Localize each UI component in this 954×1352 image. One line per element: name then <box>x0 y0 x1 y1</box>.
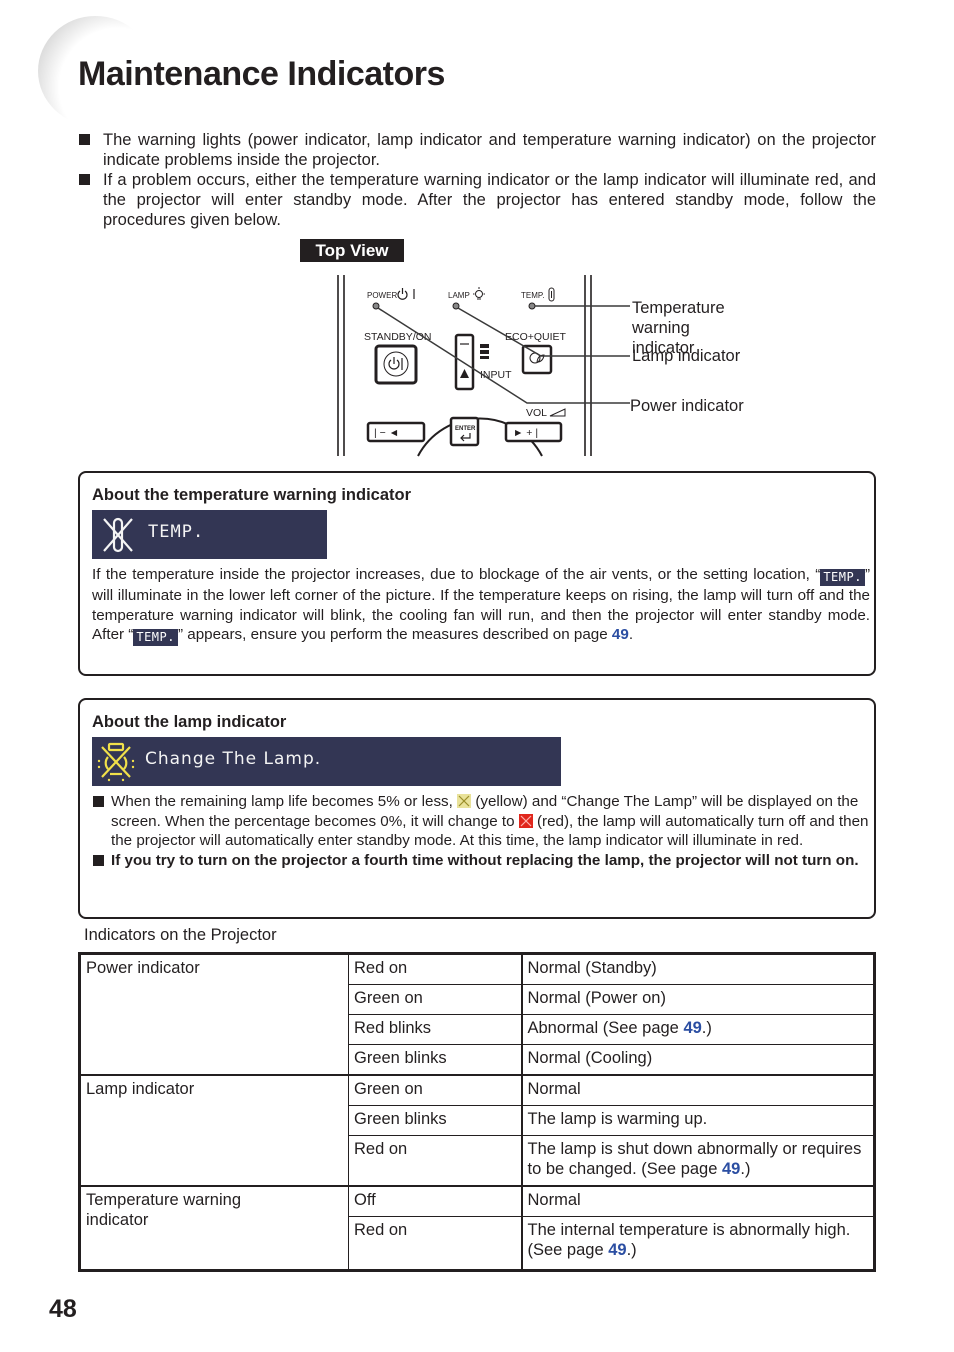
table-row: Power indicator Red on Normal (Standby) <box>79 953 875 1076</box>
lamp-bullet-warning: If you try to turn on the projector a fo… <box>92 851 870 871</box>
temperature-box-heading: About the temperature warning indicator <box>92 486 412 504</box>
table-row: Temperature warning indicator Off Normal <box>79 1185 875 1271</box>
temp-osd-banner: TEMP. <box>92 510 327 559</box>
bullet-square-icon <box>79 134 90 145</box>
projector-top-view-diagram: POWER LAMP TEMP. STANDBY/ON INPUT ECO+QU… <box>330 270 780 460</box>
temp-label: TEMP. <box>521 291 544 300</box>
input-label: INPUT <box>480 369 512 381</box>
page-title: Maintenance Indicators <box>78 55 445 93</box>
temp-led <box>528 302 536 310</box>
page-link[interactable]: 49 <box>608 1241 626 1259</box>
lamp-box-heading: About the lamp indicator <box>92 713 287 731</box>
lamp-box-list: When the remaining lamp life becomes 5% … <box>92 792 870 870</box>
callout-lamp-indicator: Lamp indicator <box>632 347 741 365</box>
page-link[interactable]: 49 <box>683 1019 701 1037</box>
svg-text:ENTER: ENTER <box>455 426 476 432</box>
page-number: 48 <box>49 1295 77 1323</box>
temperature-box-text: If the temperature inside the projector … <box>92 566 870 646</box>
vol-label: VOL <box>526 407 547 419</box>
red-lamp-icon <box>518 813 533 828</box>
bullet-square-icon <box>79 174 90 185</box>
bullet-square-icon <box>93 854 104 866</box>
temp-warning-icon <box>103 517 133 553</box>
temp-osd-chip: TEMP. <box>133 629 178 646</box>
volume-wedge-icon <box>549 408 566 417</box>
svg-text:| − ◄: | − ◄ <box>374 427 399 439</box>
lamp-bulb-icon <box>473 287 485 300</box>
indicator-name: Lamp indicator <box>79 1074 349 1187</box>
indicator-name: Power indicator <box>79 953 349 1076</box>
intro-bullet: The warning lights (power indicator, lam… <box>78 130 876 170</box>
power-symbol-icon <box>397 288 415 300</box>
lamp-bullet: When the remaining lamp life becomes 5% … <box>92 792 870 851</box>
indicator-name: Temperature warning indicator <box>79 1185 349 1271</box>
lamp-indicator-box: About the lamp indicator Change The Lamp… <box>78 698 876 919</box>
bullet-square-icon <box>93 796 104 807</box>
intro-bullets: The warning lights (power indicator, lam… <box>78 130 876 230</box>
thermometer-icon <box>548 287 555 302</box>
temp-osd-chip: TEMP. <box>820 569 865 586</box>
callout-power-indicator: Power indicator <box>630 397 744 415</box>
svg-text:► + |: ► + | <box>513 427 538 439</box>
top-view-heading: Top View <box>300 239 404 262</box>
input-source-icon <box>480 344 489 359</box>
table-caption: Indicators on the Projector <box>84 926 277 944</box>
lamp-label: LAMP <box>448 291 470 300</box>
temperature-indicator-box: About the temperature warning indicator … <box>78 471 876 676</box>
input-button <box>454 333 475 391</box>
yellow-lamp-icon <box>457 794 472 808</box>
change-lamp-icon <box>97 742 135 782</box>
indicators-table: Power indicator Red on Normal (Standby) … <box>78 952 876 1272</box>
page-link[interactable]: 49 <box>722 1160 740 1178</box>
table-row: Lamp indicator Green on Normal <box>79 1074 875 1187</box>
lamp-osd-banner: Change The Lamp. <box>92 737 561 786</box>
page-link[interactable]: 49 <box>612 626 629 643</box>
eco-quiet-button <box>521 344 553 375</box>
intro-bullet: If a problem occurs, either the temperat… <box>78 170 876 230</box>
power-label: POWER <box>367 291 397 300</box>
standby-label: STANDBY/ON <box>364 331 431 343</box>
